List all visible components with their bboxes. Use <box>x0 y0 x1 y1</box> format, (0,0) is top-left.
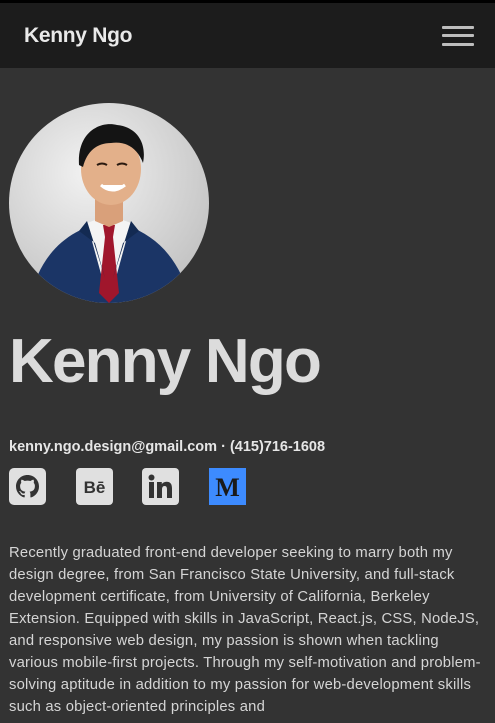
svg-text:Bē: Bē <box>84 478 106 497</box>
phone-link[interactable]: (415)716-1608 <box>230 439 325 455</box>
medium-icon: M <box>209 468 246 505</box>
github-link[interactable] <box>9 468 46 505</box>
brand-link[interactable]: Kenny Ngo <box>24 24 132 48</box>
navbar: Kenny Ngo <box>0 3 495 68</box>
svg-text:M: M <box>215 473 240 502</box>
hamburger-menu-icon[interactable] <box>442 25 474 46</box>
hamburger-line <box>442 34 474 37</box>
hero-name: Kenny Ngo <box>9 327 322 396</box>
github-icon <box>9 468 46 505</box>
behance-link[interactable]: Bē <box>76 468 113 505</box>
profile-photo-image <box>9 103 209 303</box>
contact-line: kenny.ngo.design@gmail.com · (415)716-16… <box>9 439 325 455</box>
medium-link[interactable]: M <box>209 468 246 505</box>
linkedin-icon <box>142 468 179 505</box>
hamburger-line <box>442 42 474 46</box>
contact-separator: · <box>221 439 230 455</box>
behance-icon: Bē <box>76 468 113 505</box>
profile-photo <box>9 103 209 303</box>
hamburger-line <box>442 25 474 29</box>
linkedin-link[interactable] <box>142 468 179 505</box>
bio-paragraph: Recently graduated front-end developer s… <box>9 545 481 715</box>
email-link[interactable]: kenny.ngo.design@gmail.com <box>9 439 217 455</box>
